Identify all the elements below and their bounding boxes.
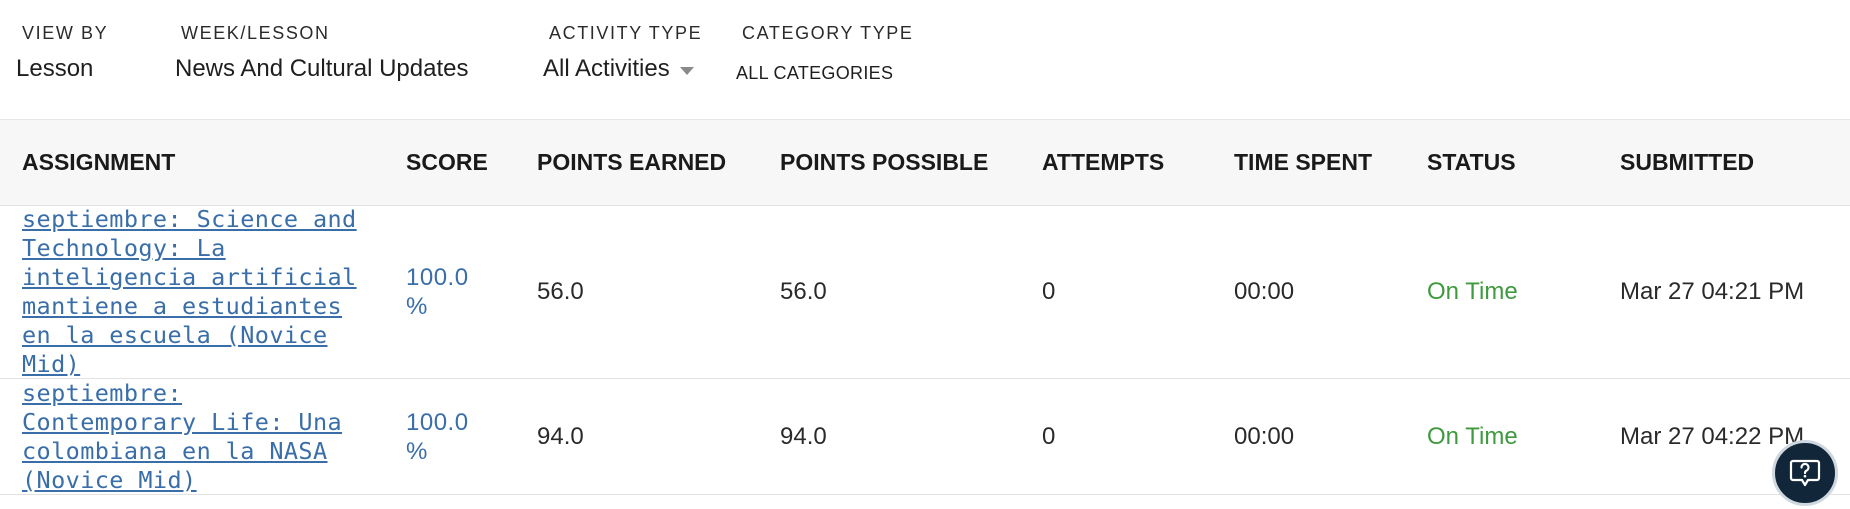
- activity-type-label: ACTIVITY TYPE: [549, 23, 703, 43]
- header-attempts: ATTEMPTS: [1042, 149, 1165, 175]
- week-lesson-value[interactable]: News And Cultural Updates: [175, 54, 468, 84]
- attempts-cell: 0: [1042, 422, 1056, 450]
- submitted-cell: Mar 27 04:21 PM: [1620, 278, 1805, 305]
- status-cell: On Time: [1427, 278, 1518, 305]
- score-cell: 100.0 %: [406, 379, 496, 494]
- help-chat-button[interactable]: [1772, 440, 1838, 506]
- help-chat-icon: [1789, 459, 1821, 487]
- table-header: ASSIGNMENT SCORE POINTS EARNED POINTS PO…: [0, 119, 1850, 206]
- header-points-possible: POINTS POSSIBLE: [780, 149, 989, 175]
- view-by-filter[interactable]: VIEW BY Lesson: [16, 22, 109, 84]
- activity-type-select[interactable]: All Activities: [543, 54, 702, 84]
- caret-down-icon: [679, 67, 694, 75]
- assignment-link[interactable]: septiembre: Contemporary Life: Una colom…: [22, 379, 362, 495]
- score-value: 100.0 %: [406, 408, 469, 465]
- table-row: septiembre: Science and Technology: La i…: [0, 205, 1850, 379]
- view-by-value[interactable]: Lesson: [16, 54, 108, 84]
- assignment-link[interactable]: septiembre: Science and Technology: La i…: [22, 205, 362, 379]
- header-assignment: ASSIGNMENT: [22, 149, 176, 175]
- score-cell: 100.0 %: [406, 206, 496, 378]
- points-earned-cell: 94.0: [537, 422, 584, 450]
- category-type-label: CATEGORY TYPE: [742, 23, 914, 43]
- points-possible-cell: 94.0: [780, 422, 827, 450]
- points-possible-cell: 56.0: [780, 278, 827, 305]
- category-type-filter[interactable]: CATEGORY TYPE ALL CATEGORIES: [736, 22, 914, 88]
- category-type-value[interactable]: ALL CATEGORIES: [736, 58, 914, 88]
- assignment-cell: septiembre: Contemporary Life: Una colom…: [22, 379, 362, 494]
- header-time-spent: TIME SPENT: [1234, 149, 1373, 175]
- status-cell: On Time: [1427, 422, 1518, 450]
- points-earned-cell: 56.0: [537, 278, 584, 305]
- header-points-earned: POINTS EARNED: [537, 149, 727, 175]
- attempts-cell: 0: [1042, 278, 1056, 305]
- header-submitted: SUBMITTED: [1620, 149, 1755, 175]
- activity-type-filter[interactable]: ACTIVITY TYPE All Activities: [543, 22, 703, 84]
- activity-type-value: All Activities: [543, 55, 670, 82]
- week-lesson-label: WEEK/LESSON: [181, 23, 330, 43]
- header-status: STATUS: [1427, 149, 1516, 175]
- score-value: 100.0 %: [406, 264, 469, 320]
- time-spent-cell: 00:00: [1234, 278, 1295, 305]
- view-by-label: VIEW BY: [22, 23, 109, 43]
- week-lesson-filter[interactable]: WEEK/LESSON News And Cultural Updates: [175, 22, 468, 84]
- assignment-cell: septiembre: Science and Technology: La i…: [22, 205, 362, 379]
- assignments-table: ASSIGNMENT SCORE POINTS EARNED POINTS PO…: [0, 119, 1850, 495]
- time-spent-cell: 00:00: [1234, 422, 1295, 450]
- header-score: SCORE: [406, 149, 488, 175]
- table-row: septiembre: Contemporary Life: Una colom…: [0, 379, 1850, 495]
